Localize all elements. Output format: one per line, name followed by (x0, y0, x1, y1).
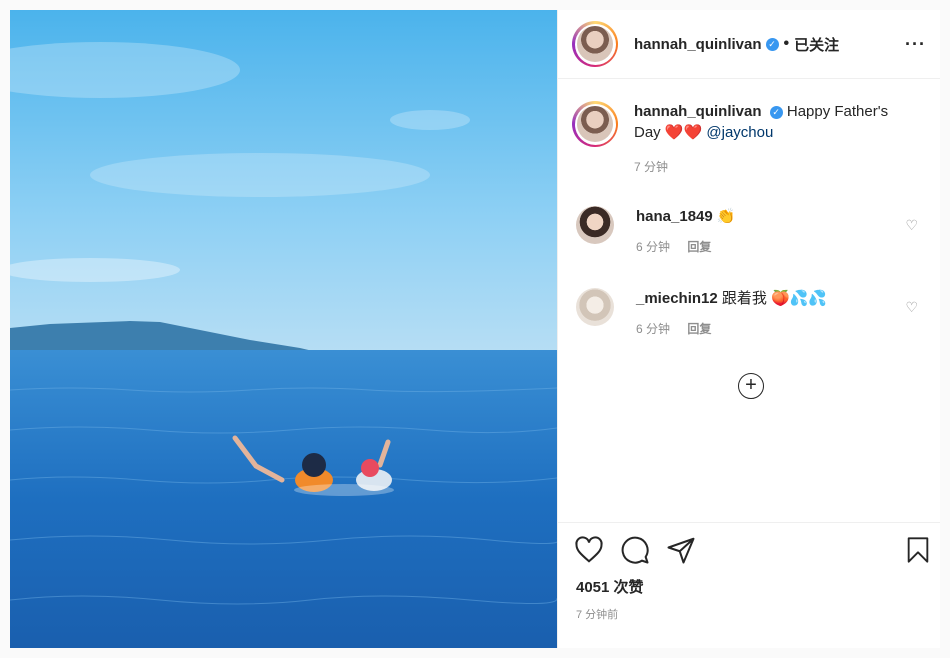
post-header: hannah_quinlivan ✓ • 已关注 ··· (558, 10, 940, 79)
post-photo[interactable] (10, 10, 557, 648)
author-username[interactable]: hannah_quinlivan (634, 36, 762, 53)
comment-item: hana_1849 👏 6 分钟 回复 ♡ (576, 206, 926, 258)
author-avatar[interactable] (572, 21, 618, 67)
verified-badge-icon: ✓ (765, 37, 779, 51)
comment-icon[interactable] (620, 535, 650, 565)
comment-body: _miechin12 跟着我 🍑💦💦 6 分钟 回复 (636, 288, 926, 340)
comment-like-heart-icon[interactable]: ♡ (905, 217, 918, 234)
comments-list: hannah_quinlivan ✓ Happy Father's Day ❤️… (558, 79, 940, 523)
comment-item: _miechin12 跟着我 🍑💦💦 6 分钟 回复 ♡ (576, 288, 926, 340)
separator-dot: • (783, 35, 790, 52)
load-more-comments-icon[interactable]: + (738, 373, 764, 399)
comment-meta: 6 分钟 回复 (636, 237, 926, 258)
post-time: 7 分钟前 (576, 609, 619, 621)
post-side-panel: hannah_quinlivan ✓ • 已关注 ··· hannah_quin… (557, 10, 940, 648)
comment-time: 6 分钟 (636, 322, 671, 336)
comment-username[interactable]: hana_1849 (636, 208, 713, 225)
caption-mention-link[interactable]: @jaychou (706, 124, 773, 141)
comment-username[interactable]: _miechin12 (636, 290, 718, 307)
photo-sea-scene (10, 10, 557, 648)
heart-icon[interactable] (574, 535, 604, 565)
caption: hannah_quinlivan ✓ Happy Father's Day ❤️… (572, 101, 909, 178)
comment-text: 👏 (716, 208, 736, 225)
comment-reply-button[interactable]: 回复 (687, 322, 711, 336)
comment-time: 6 分钟 (636, 240, 671, 254)
comment-like-heart-icon[interactable]: ♡ (905, 299, 918, 316)
comment-avatar[interactable] (576, 288, 614, 326)
share-icon[interactable] (666, 535, 696, 565)
comment-avatar[interactable] (576, 206, 614, 244)
bookmark-icon[interactable] (904, 535, 932, 565)
action-icons (574, 535, 932, 567)
verified-badge-icon: ✓ (769, 105, 783, 119)
caption-body: hannah_quinlivan ✓ Happy Father's Day ❤️… (634, 101, 909, 178)
caption-username[interactable]: hannah_quinlivan (634, 103, 762, 120)
caption-hearts: ❤️❤️ (664, 124, 703, 141)
post-frame: hannah_quinlivan ✓ • 已关注 ··· hannah_quin… (10, 10, 940, 648)
caption-time: 7 分钟 (634, 160, 669, 174)
comment-reply-button[interactable]: 回复 (687, 240, 711, 254)
caption-avatar[interactable] (572, 101, 618, 147)
comment-body: hana_1849 👏 6 分钟 回复 (636, 206, 926, 258)
post-actions: 4051 次赞 7 分钟前 (558, 522, 940, 648)
more-options-icon[interactable]: ··· (905, 34, 926, 55)
like-count[interactable]: 4051 次赞 (576, 576, 644, 597)
comment-meta: 6 分钟 回复 (636, 319, 926, 340)
comment-text: 跟着我 🍑💦💦 (721, 290, 828, 307)
follow-status-button[interactable]: 已关注 (794, 34, 839, 55)
